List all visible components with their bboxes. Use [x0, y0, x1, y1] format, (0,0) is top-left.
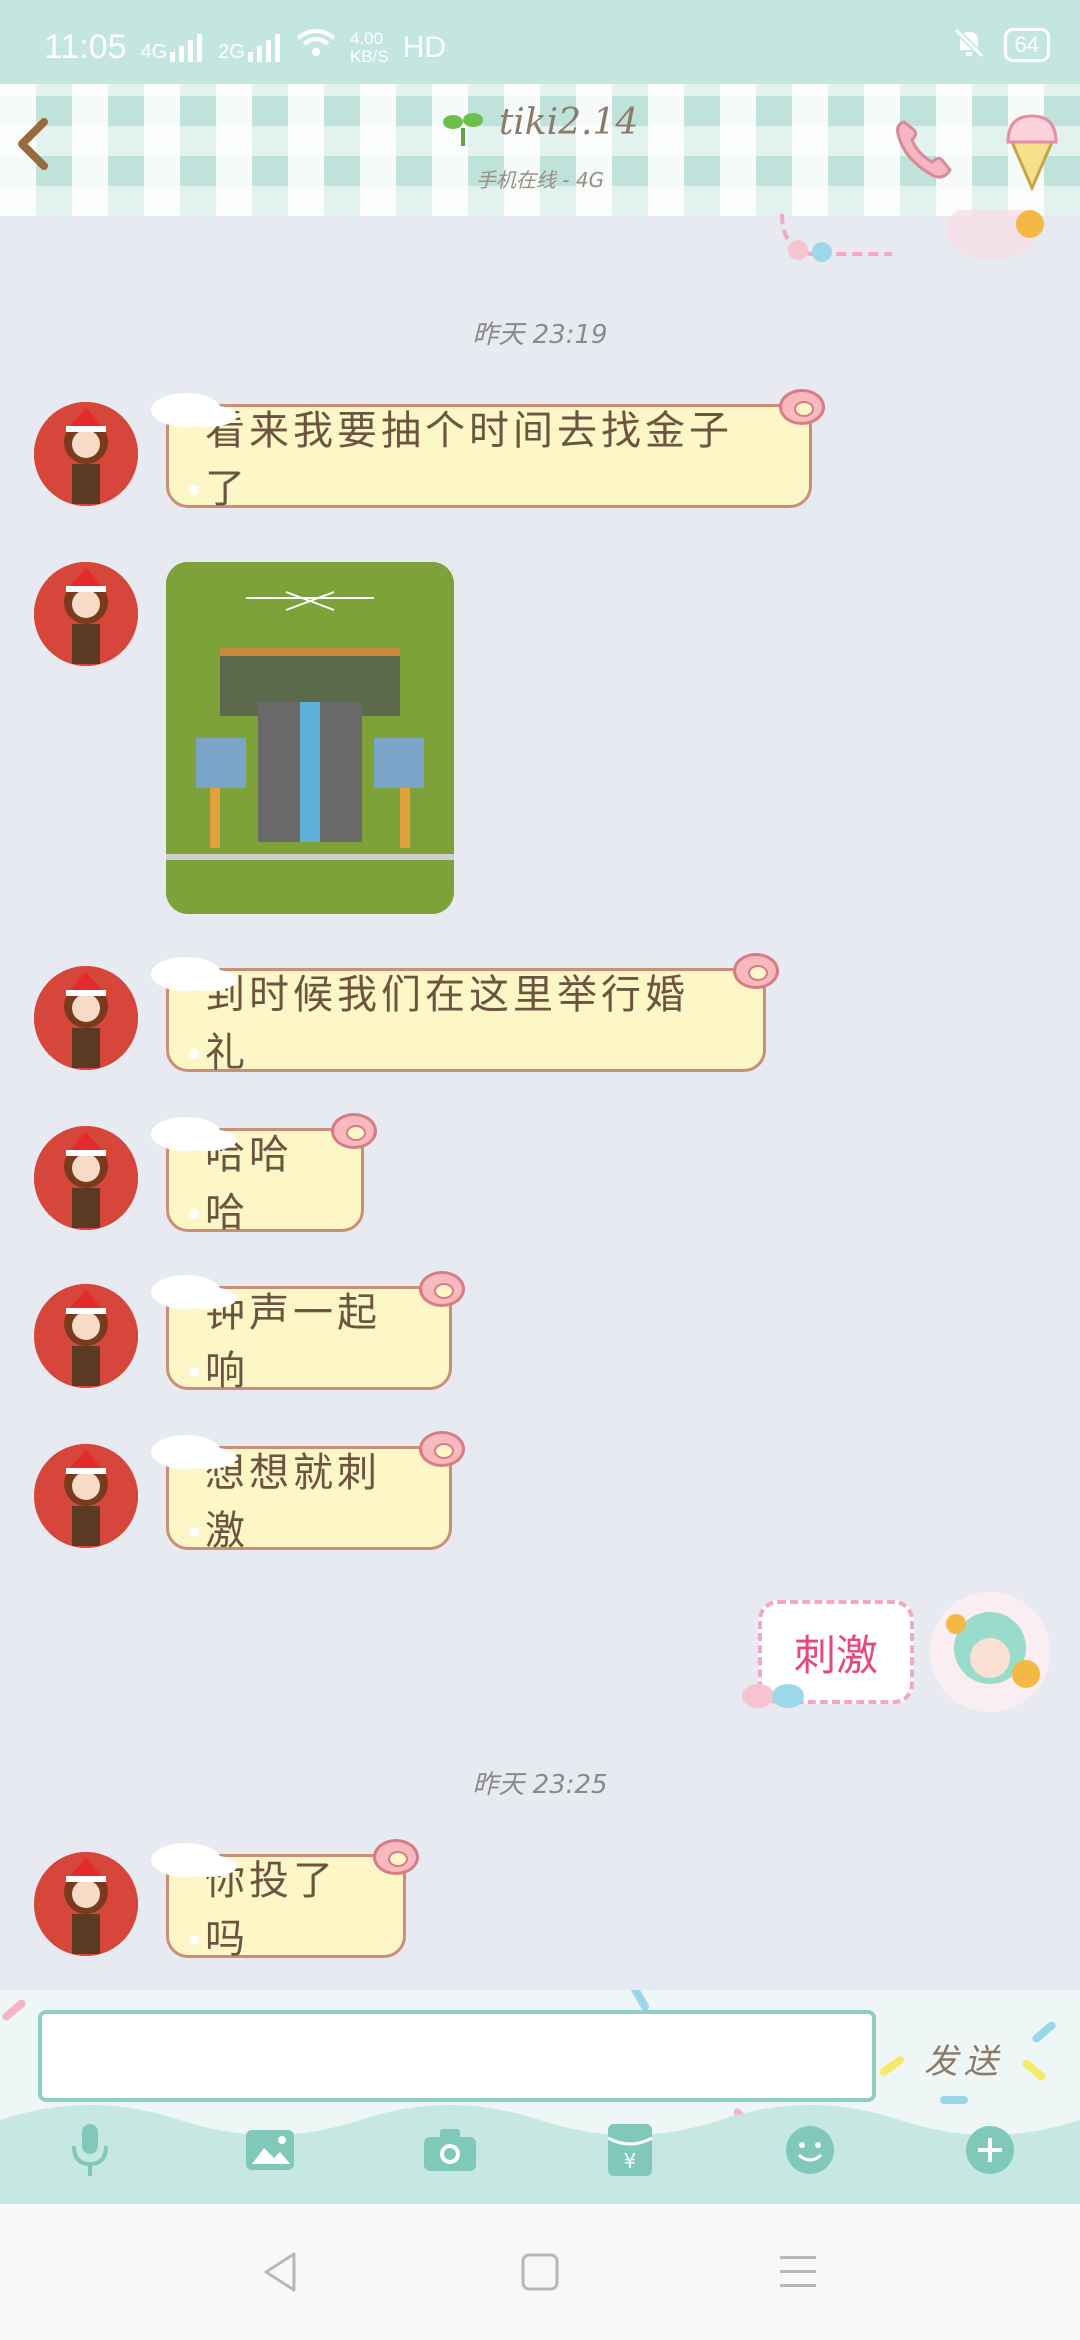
message-text: 哈哈哈 [205, 1132, 293, 1236]
avatar[interactable] [34, 1852, 138, 1956]
avatar[interactable] [34, 966, 138, 1070]
image-icon [246, 2130, 294, 2170]
input-bar: 发送 ¥ [0, 1990, 1080, 2204]
sticker-fragment [772, 210, 902, 266]
donut-icon [419, 1271, 465, 1307]
more-button[interactable] [960, 2120, 1020, 2180]
sprout-icon [442, 108, 484, 152]
camera-icon [424, 2129, 476, 2171]
phone-icon [896, 120, 952, 179]
contact-name: tiki2.14 [498, 102, 639, 143]
call-button[interactable] [890, 114, 960, 184]
girl-avatar-icon [34, 966, 138, 1070]
girl-avatar-icon [34, 402, 138, 506]
profile-icecream-icon[interactable] [1002, 112, 1062, 192]
message-bubble[interactable]: 钟声一起响 [151, 1271, 465, 1394]
status-bar: 11:05 4G 2G 4.00 KB/S HD 64 [0, 0, 1080, 84]
timestamp: 昨天 23:25 [472, 1770, 608, 1800]
send-button[interactable]: 发送 [904, 2030, 1024, 2086]
donut-icon [779, 389, 825, 425]
avatar[interactable] [34, 562, 138, 666]
network-speed: 4.00 KB/S [349, 28, 389, 66]
red-packet-button[interactable]: ¥ [600, 2120, 660, 2180]
game-map-image [166, 562, 454, 914]
donut-icon [373, 1839, 419, 1875]
microphone-icon [72, 2124, 108, 2176]
sticker-cups-icon [736, 1674, 816, 1714]
nav-home-button[interactable] [510, 2244, 570, 2300]
message-bubble[interactable]: 看来我要抽个时间去找金子了 [151, 389, 825, 512]
girl-avatar-icon [34, 1444, 138, 1548]
self-avatar[interactable] [926, 1588, 1054, 1716]
emoji-button[interactable] [780, 2120, 840, 2180]
message-text: 你投了吗 [205, 1858, 337, 1962]
message-text: 到时候我们在这里举行婚礼 [205, 972, 689, 1076]
emoji-icon [786, 2126, 834, 2174]
message-text: 钟声一起响 [205, 1290, 381, 1394]
wave-decoration [0, 2105, 1080, 2204]
image-message[interactable] [166, 562, 454, 914]
donut-icon [733, 953, 779, 989]
plus-icon [966, 2126, 1014, 2174]
mute-icon [952, 26, 986, 64]
avatar[interactable] [34, 1284, 138, 1388]
hd-indicator: HD [402, 30, 447, 64]
message-text: 想想就刺激 [205, 1450, 381, 1554]
message-input[interactable] [38, 2010, 876, 2102]
gallery-button[interactable] [240, 2120, 300, 2180]
nav-back-button[interactable] [250, 2244, 310, 2300]
message-bubble[interactable]: 哈哈哈 [151, 1113, 377, 1236]
avatar[interactable] [34, 402, 138, 506]
wifi-icon [296, 28, 336, 67]
camera-button[interactable] [420, 2120, 480, 2180]
girl-avatar-icon [34, 562, 138, 666]
girl-avatar-icon [34, 1852, 138, 1956]
clock: 11:05 [44, 28, 127, 66]
message-bubble[interactable]: 想想就刺激 [151, 1431, 465, 1554]
triangle-back-icon [264, 2252, 296, 2292]
timestamp: 昨天 23:19 [472, 320, 608, 350]
mint-girl-avatar-icon [930, 1592, 1050, 1712]
menu-lines-icon [780, 2256, 816, 2287]
sticker-fragment [942, 200, 1052, 266]
avatar[interactable] [34, 1126, 138, 1230]
girl-avatar-icon [34, 1284, 138, 1388]
red-packet-icon: ¥ [607, 2124, 653, 2176]
voice-button[interactable] [60, 2120, 120, 2180]
donut-icon [331, 1113, 377, 1149]
square-home-icon [521, 2253, 559, 2291]
message-bubble[interactable]: 到时候我们在这里举行婚礼 [151, 953, 779, 1076]
message-bubble[interactable]: 你投了吗 [151, 1839, 419, 1962]
system-nav-bar [0, 2204, 1080, 2340]
girl-avatar-icon [34, 1126, 138, 1230]
chat-header: tiki2.14 手机在线 - 4G [0, 84, 1080, 216]
avatar[interactable] [34, 1444, 138, 1548]
signal-2g-icon: 2G [218, 33, 282, 62]
signal-4g-icon: 4G [141, 33, 205, 62]
battery-indicator: 64 [1003, 28, 1050, 62]
message-text: 看来我要抽个时间去找金子了 [205, 408, 733, 512]
svg-text:¥: ¥ [624, 2149, 637, 2173]
nav-menu-button[interactable] [768, 2244, 828, 2300]
donut-icon [419, 1431, 465, 1467]
